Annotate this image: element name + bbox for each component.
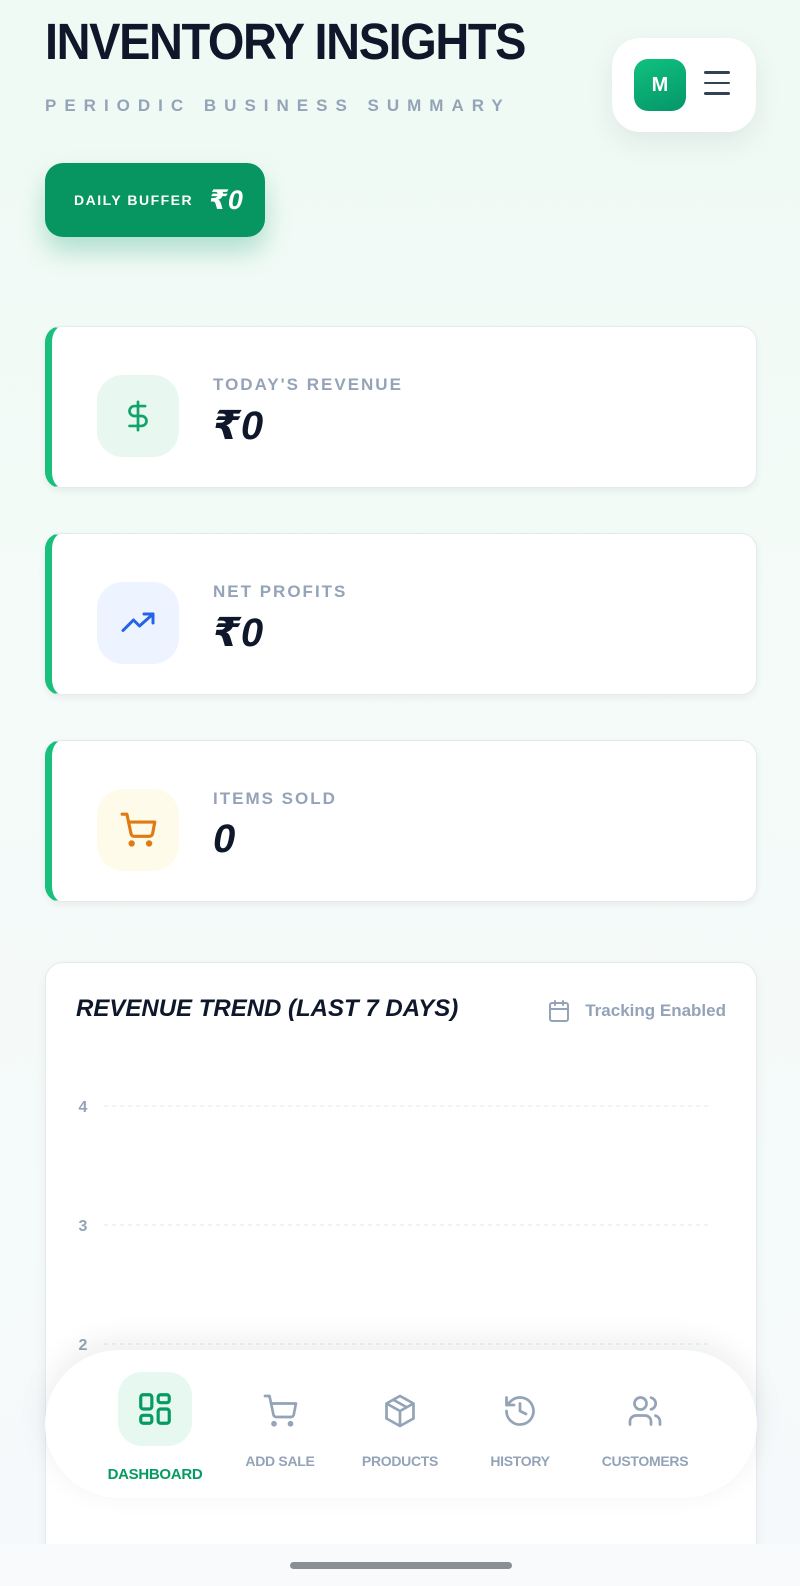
daily-buffer-badge[interactable]: DAILY BUFFER ₹0 (45, 163, 265, 237)
nav-history[interactable]: HISTORY (455, 1350, 585, 1498)
y-tick-label: 2 (79, 1337, 88, 1354)
stat-label: TODAY'S REVENUE (213, 375, 403, 394)
header: INVENTORY INSIGHTS PERIODIC BUSINESS SUM… (45, 14, 567, 116)
y-tick-label: 4 (79, 1099, 88, 1116)
daily-buffer-label: DAILY BUFFER (74, 192, 194, 208)
box-icon (381, 1392, 419, 1430)
users-icon (626, 1392, 664, 1430)
stat-card-revenue: TODAY'S REVENUE ₹0 (45, 326, 757, 488)
stat-value: ₹0 (213, 404, 264, 448)
page-subtitle: PERIODIC BUSINESS SUMMARY (45, 96, 511, 115)
stat-label: ITEMS SOLD (213, 789, 337, 808)
stat-value: ₹0 (213, 611, 264, 655)
home-indicator[interactable] (290, 1562, 512, 1569)
nav-label: CUSTOMERS (601, 1453, 689, 1469)
stat-card-profits: NET PROFITS ₹0 (45, 533, 757, 695)
nav-label: PRODUCTS (361, 1453, 439, 1469)
trending-up-icon (97, 582, 179, 664)
stat-card-items-sold: ITEMS SOLD 0 (45, 740, 757, 902)
history-icon (501, 1392, 539, 1430)
nav-dashboard[interactable]: DASHBOARD (90, 1350, 220, 1498)
nav-label: HISTORY (490, 1453, 550, 1469)
stat-label: NET PROFITS (213, 582, 348, 601)
cart-icon (261, 1392, 299, 1430)
home-indicator-area (0, 1544, 800, 1586)
bottom-nav: DASHBOARD ADD SALE PRODUCTS HISTORY CUST… (45, 1350, 757, 1498)
dashboard-grid-icon (118, 1372, 192, 1446)
hamburger-menu-icon[interactable] (704, 71, 730, 99)
nav-customers[interactable]: CUSTOMERS (580, 1350, 710, 1498)
daily-buffer-value: ₹0 (209, 184, 243, 215)
cart-icon (97, 789, 179, 871)
stat-value: 0 (213, 817, 236, 861)
dollar-icon (97, 375, 179, 457)
nav-add-sale[interactable]: ADD SALE (215, 1350, 345, 1498)
user-menu: M (612, 38, 756, 132)
nav-label: ADD SALE (245, 1453, 315, 1469)
avatar[interactable]: M (634, 59, 686, 111)
y-tick-label: 3 (79, 1218, 88, 1235)
page-title: INVENTORY INSIGHTS (45, 13, 526, 70)
nav-label: DASHBOARD (107, 1466, 203, 1483)
nav-products[interactable]: PRODUCTS (335, 1350, 465, 1498)
